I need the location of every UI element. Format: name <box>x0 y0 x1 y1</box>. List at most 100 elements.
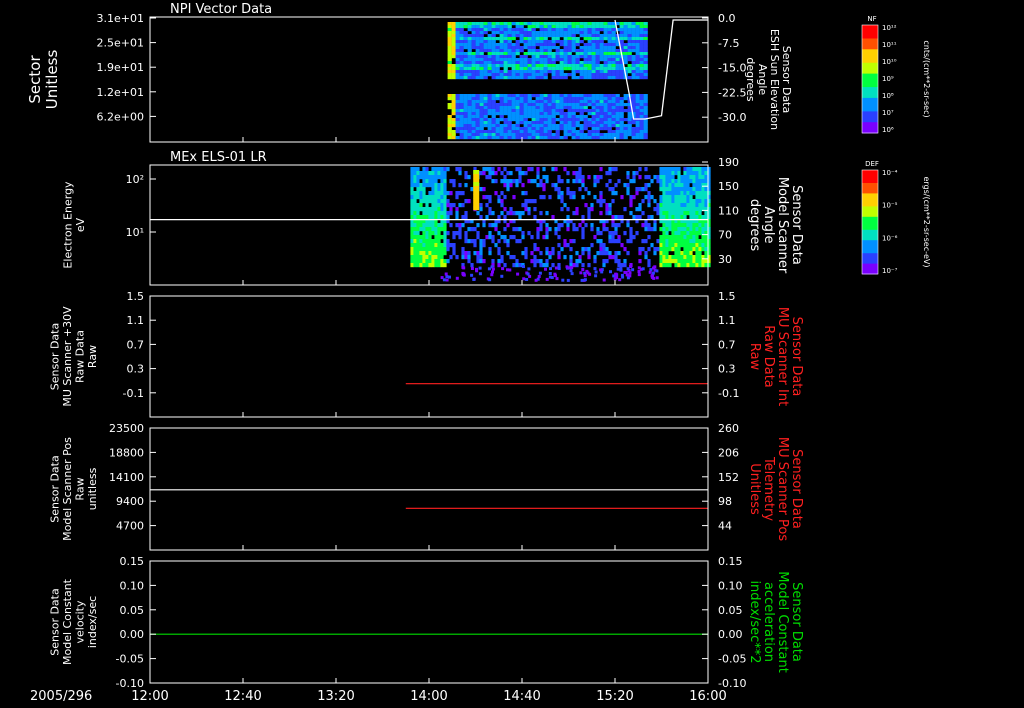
els-cell <box>422 247 426 252</box>
npi-cell <box>563 118 568 122</box>
npi-cell <box>611 73 616 77</box>
npi-cell <box>519 109 524 113</box>
els-cell <box>437 199 441 204</box>
npi-cell <box>515 40 520 44</box>
els-cell <box>653 247 657 252</box>
npi-cell <box>495 127 500 131</box>
npi-cell <box>603 127 608 131</box>
els-cell <box>608 239 612 244</box>
els-cell <box>644 223 648 228</box>
npi-cell <box>475 31 480 35</box>
npi-cell <box>503 100 508 104</box>
npi-cell <box>591 43 596 47</box>
els-cell <box>656 207 660 212</box>
els-cell <box>644 167 648 172</box>
els-cell <box>674 183 678 188</box>
npi-cell <box>475 130 480 134</box>
npi-cell <box>551 127 556 131</box>
els-cell <box>497 231 501 236</box>
els-cell <box>683 199 687 204</box>
npi-cell <box>579 34 584 38</box>
npi-cell <box>611 94 616 98</box>
els-cell <box>653 227 657 232</box>
els-cell <box>674 171 678 176</box>
npi-cell <box>499 37 504 41</box>
npi-cell <box>539 76 544 80</box>
els-cell <box>689 207 693 212</box>
npi-cell <box>523 43 528 47</box>
els-dot <box>626 267 630 271</box>
npi-cell <box>555 22 560 26</box>
els-cell <box>491 239 495 244</box>
els-cell <box>569 195 573 200</box>
npi-cell <box>463 97 468 101</box>
npi-cell <box>579 55 584 59</box>
els-cell <box>410 195 414 200</box>
npi-cell <box>551 61 556 65</box>
npi-cell <box>563 31 568 35</box>
npi-cell <box>567 25 572 29</box>
npi-cell <box>479 31 484 35</box>
els-cell <box>422 191 426 196</box>
els-cell <box>689 259 693 264</box>
els-cell <box>542 175 546 180</box>
els-cell <box>677 203 681 208</box>
npi-cell <box>543 64 548 68</box>
els-cell <box>494 223 498 228</box>
els-cell <box>659 247 663 252</box>
npi-cell <box>607 76 612 80</box>
els-cell <box>533 263 537 268</box>
npi-cell <box>563 58 568 62</box>
npi-cell <box>511 130 516 134</box>
npi-cell <box>607 109 612 113</box>
els-cell <box>665 175 669 180</box>
els-cell <box>545 211 549 216</box>
els-cell <box>410 239 414 244</box>
npi-cell <box>563 55 568 59</box>
npi-cell <box>455 31 460 35</box>
els-cell <box>686 179 690 184</box>
els-cell <box>437 251 441 256</box>
npi-cell <box>591 106 596 110</box>
els-cell <box>470 187 474 192</box>
els-cell <box>611 187 615 192</box>
npi-cell <box>527 37 532 41</box>
npi-cell <box>471 43 476 47</box>
els-cell <box>443 231 447 236</box>
els-cell <box>446 211 450 216</box>
els-cell <box>599 199 603 204</box>
npi-cell <box>615 61 620 65</box>
panel-frame <box>149 427 709 551</box>
npi-cell <box>575 67 580 71</box>
npi-cell <box>615 97 620 101</box>
npi-cell <box>587 97 592 101</box>
npi-cell <box>611 67 616 71</box>
els-cell <box>491 211 495 216</box>
els-cell <box>494 171 498 176</box>
npi-cell <box>463 136 468 140</box>
npi-cell <box>579 46 584 50</box>
npi-cell <box>571 76 576 80</box>
npi-cell <box>611 103 616 107</box>
els-dot <box>655 269 659 273</box>
npi-cell <box>635 49 640 53</box>
els-cell <box>485 195 489 200</box>
npi-cell <box>463 130 468 134</box>
npi-cell <box>455 40 460 44</box>
els-cell <box>626 187 630 192</box>
els-cell <box>452 231 456 236</box>
npi-cell <box>607 64 612 68</box>
npi-cell <box>491 58 496 62</box>
npi-cell <box>559 34 564 38</box>
els-cell <box>524 207 528 212</box>
els-cell <box>599 167 603 172</box>
els-cell <box>422 211 426 216</box>
npi-cell <box>599 124 604 128</box>
els-cell <box>698 243 702 248</box>
els-cell <box>461 247 465 252</box>
npi-cell <box>535 130 540 134</box>
els-cell <box>557 175 561 180</box>
npi-cell <box>523 46 528 50</box>
npi-cell <box>583 58 588 62</box>
els-cell <box>422 239 426 244</box>
